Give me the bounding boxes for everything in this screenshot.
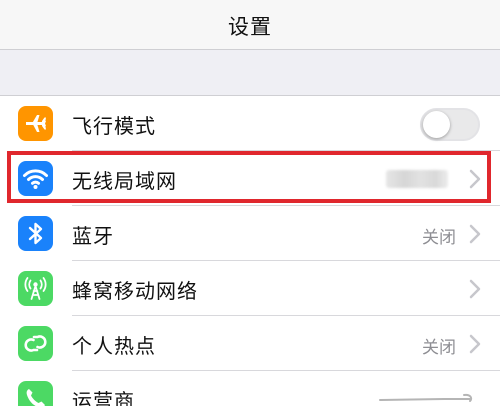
settings-screen: 设置 飞行模式 无线局域网 蓝牙 关闭 蜂窝移动网络 个人热点 关闭 运营商 [0,0,500,406]
settings-row-cellular[interactable]: 蜂窝移动网络 [0,261,500,316]
settings-row-label: 蓝牙 [72,224,114,248]
hotspot-link-icon [18,326,53,361]
cellular-antenna-icon [18,271,53,306]
settings-row-detail: 关闭 [422,228,456,248]
page-title: 设置 [228,15,272,39]
wifi-network-name-redacted [386,170,448,188]
toggle-knob [423,111,450,138]
settings-row-label: 运营商 [72,389,135,406]
settings-row-carrier[interactable]: 运营商 [0,371,500,406]
wifi-icon [18,161,53,196]
carrier-name-redaction-mark [379,393,473,402]
phone-icon [18,381,53,406]
navigation-bar: 设置 [0,0,500,50]
chevron-right-icon [469,279,481,299]
settings-row-label: 蜂窝移动网络 [72,279,198,303]
section-spacer [0,50,500,96]
settings-row-wifi[interactable]: 无线局域网 [0,151,500,206]
settings-row-personal-hotspot[interactable]: 个人热点 关闭 [0,316,500,371]
settings-row-airplane-mode[interactable]: 飞行模式 [0,96,500,151]
bluetooth-icon [18,216,53,251]
settings-row-detail: 关闭 [422,338,456,358]
settings-row-label: 无线局域网 [72,169,177,193]
settings-list: 飞行模式 无线局域网 蓝牙 关闭 蜂窝移动网络 个人热点 关闭 运营商 [0,96,500,406]
chevron-right-icon [469,224,481,244]
chevron-right-icon [469,334,481,354]
settings-row-bluetooth[interactable]: 蓝牙 关闭 [0,206,500,261]
settings-row-label: 飞行模式 [72,114,156,138]
settings-row-label: 个人热点 [72,334,156,358]
airplane-mode-toggle[interactable] [420,108,480,141]
airplane-icon [18,106,53,141]
chevron-right-icon [469,169,481,189]
